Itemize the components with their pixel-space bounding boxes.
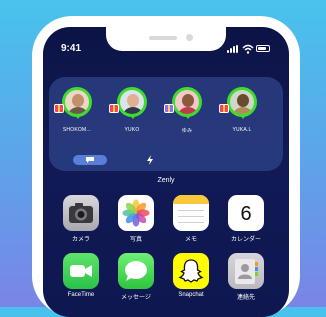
chat-button[interactable] (73, 155, 107, 165)
calendar-day: 6 (240, 203, 252, 225)
signal-icon (227, 45, 239, 53)
app-notes[interactable]: メモ (173, 195, 209, 245)
app-photos[interactable]: 写真 (118, 195, 154, 245)
friend-name: SHOKOM... (62, 127, 92, 133)
app-label: カメラ (71, 237, 90, 243)
location-pin-icon (239, 114, 247, 119)
calendar-icon: 6 (228, 195, 264, 231)
app-label: 写真 (129, 237, 142, 243)
app-contacts[interactable]: 連絡先 (228, 253, 264, 303)
app-messages[interactable]: メッセージ (118, 253, 154, 303)
speaker-grille (149, 36, 177, 40)
app-snapchat[interactable]: Snapchat (173, 253, 209, 303)
camera-icon (63, 195, 99, 231)
zenly-widget[interactable]: SHOKOM... YUKO ゆみ YUKA.L (49, 77, 283, 171)
location-pin-icon (129, 114, 137, 119)
battery-icon (256, 45, 270, 52)
app-calendar[interactable]: 6 カレンダー (228, 195, 264, 245)
avatar (117, 87, 147, 117)
notes-icon (173, 195, 209, 231)
friend-avatar[interactable]: SHOKOM... (53, 87, 107, 151)
friend-name: YUKA.L (232, 127, 252, 133)
laptop-icon (164, 104, 174, 113)
snapchat-icon (173, 253, 209, 289)
app-label: 連絡先 (236, 295, 255, 301)
friend-name: ゆみ (181, 128, 193, 134)
gift-icon (219, 104, 229, 113)
gift-icon (54, 104, 64, 113)
phone-screen: 9:41 SHOKOM... YUKO ゆみ YUKA.L Zenly カメラ … (43, 27, 289, 317)
gift-icon (109, 104, 119, 113)
facetime-icon (63, 253, 99, 289)
friend-name: YUKO (124, 127, 140, 133)
friend-avatar[interactable]: YUKA.L (218, 87, 272, 151)
app-label: カレンダー (230, 237, 261, 243)
notch (106, 27, 226, 51)
location-pin-icon (184, 114, 192, 119)
app-label: FaceTime (67, 292, 95, 298)
photos-icon (118, 195, 154, 231)
contacts-icon (228, 253, 264, 289)
app-camera[interactable]: カメラ (63, 195, 99, 245)
wifi-icon (242, 44, 254, 54)
front-camera (186, 34, 193, 41)
messages-icon (118, 253, 154, 289)
bolt-icon[interactable] (145, 155, 155, 165)
location-pin-icon (74, 114, 82, 119)
friend-avatar[interactable]: YUKO (108, 87, 162, 151)
status-time: 9:41 (61, 43, 82, 54)
friend-avatar[interactable]: ゆみ (163, 87, 217, 151)
app-facetime[interactable]: FaceTime (63, 253, 99, 303)
app-label: Snapchat (178, 292, 204, 298)
app-label: メモ (184, 237, 197, 243)
avatar (62, 87, 92, 117)
avatar (227, 87, 257, 117)
avatar (172, 87, 202, 117)
chat-bubble-icon (86, 157, 94, 163)
app-label: メッセージ (121, 295, 151, 301)
widget-title: Zenly (157, 177, 175, 184)
status-indicators (227, 43, 271, 55)
